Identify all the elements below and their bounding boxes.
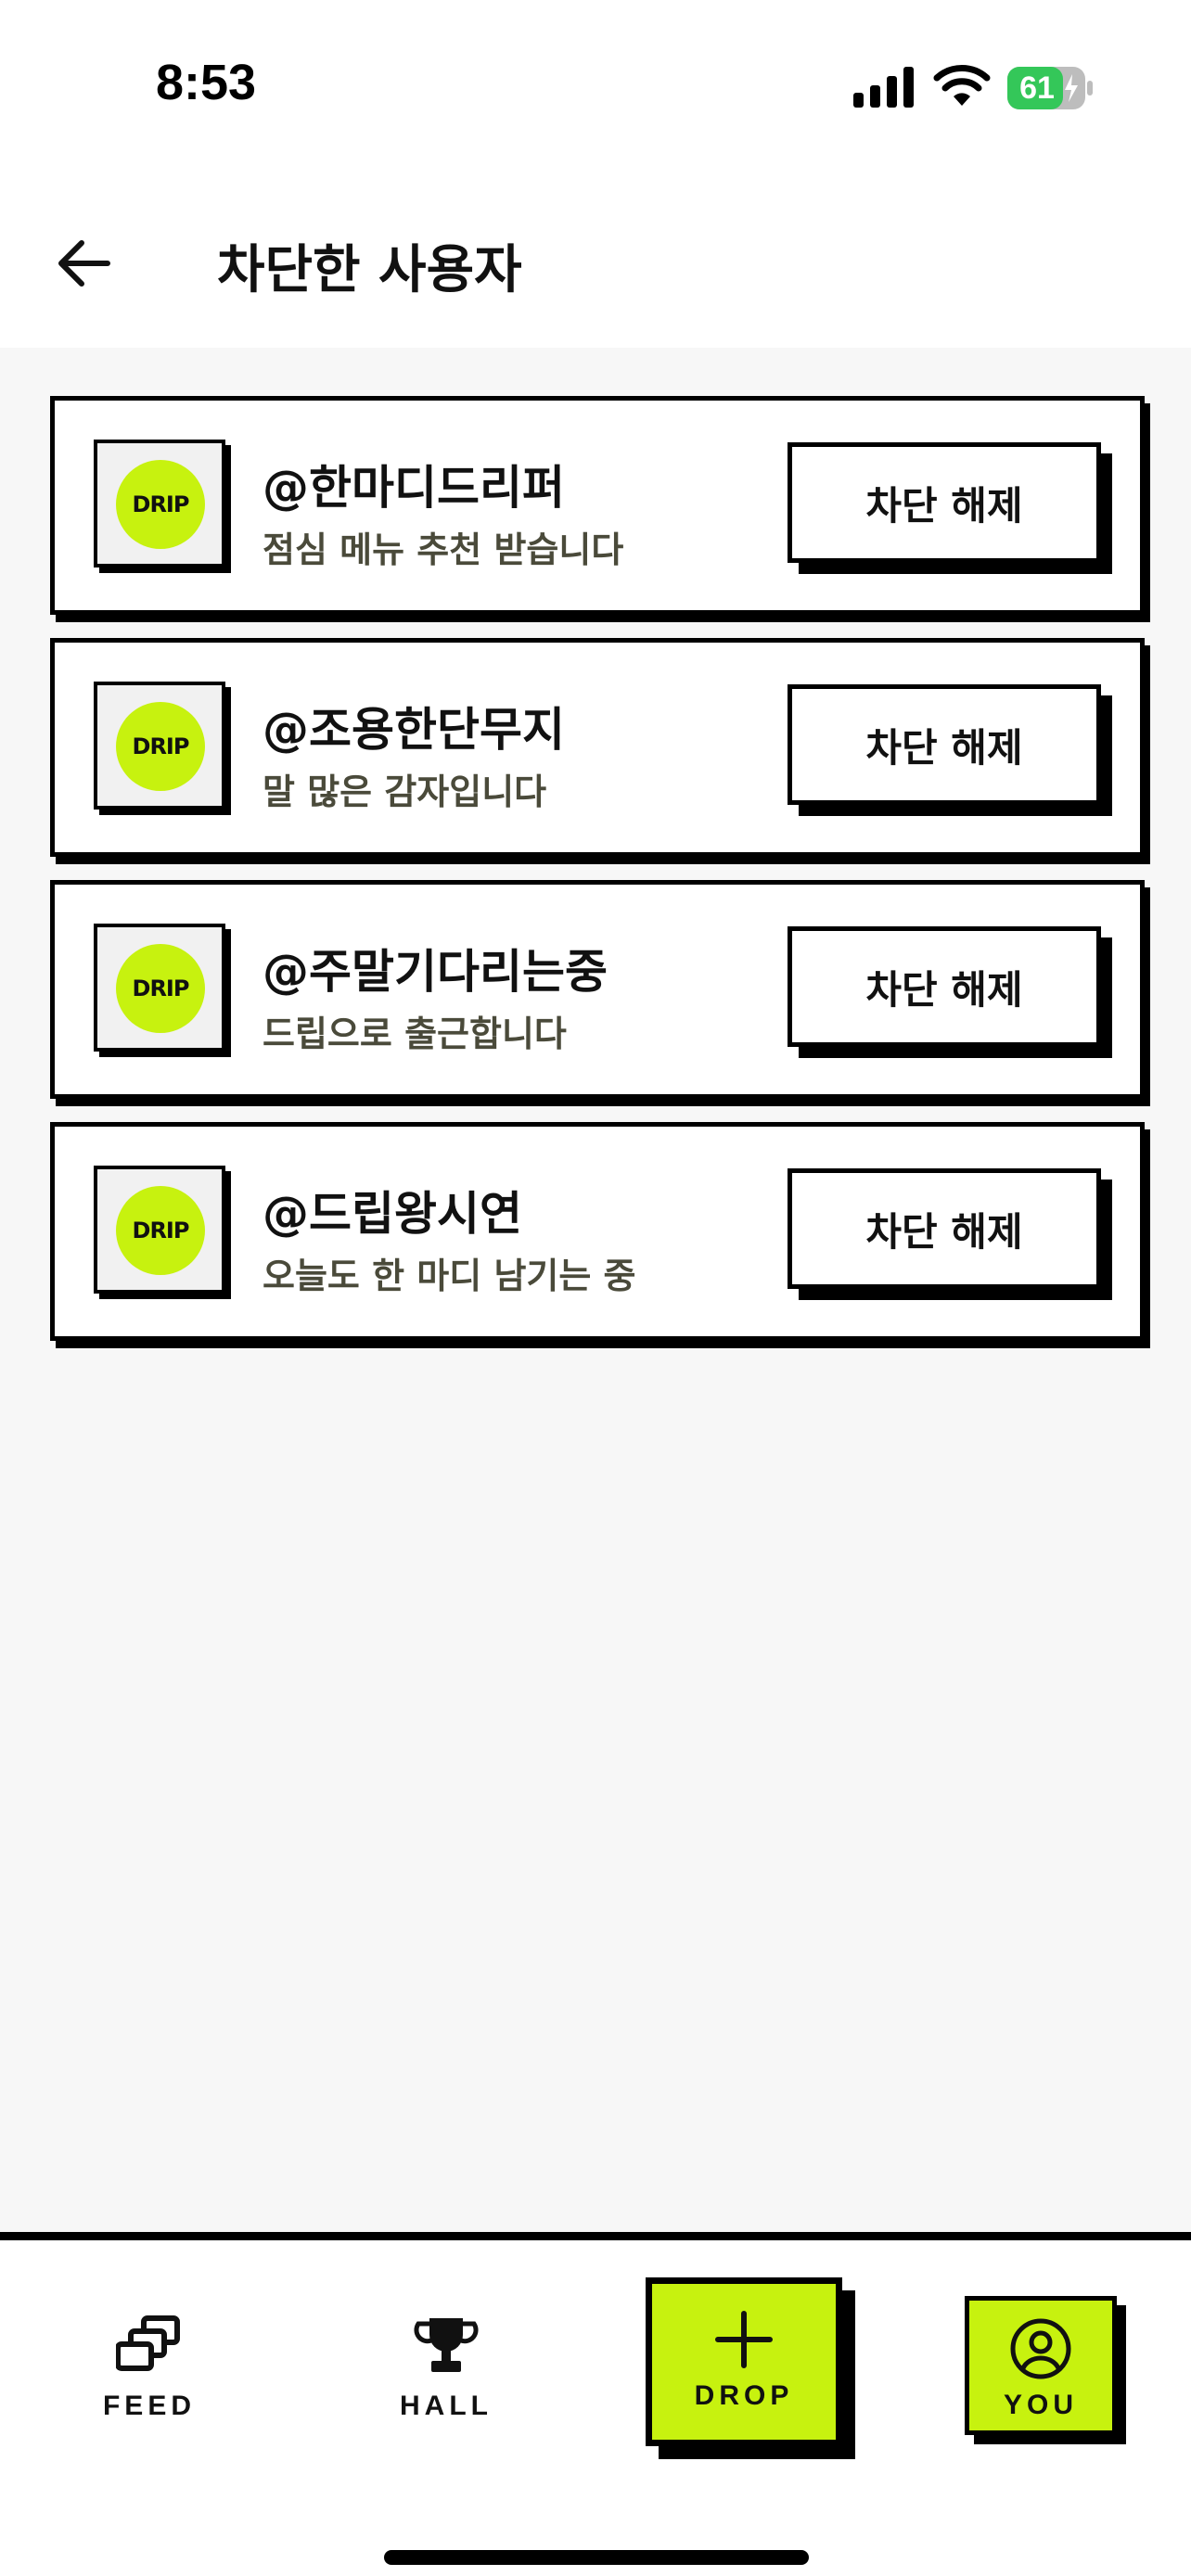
- home-indicator: [384, 2550, 809, 2565]
- user-name: @한마디드리퍼: [263, 461, 565, 515]
- avatar: DRIP: [94, 440, 225, 567]
- tab-hall-label: HALL: [400, 2391, 493, 2421]
- avatar-badge: DRIP: [116, 702, 205, 791]
- avatar-text: DRIP: [132, 1218, 190, 1243]
- blocked-user-card: DRIP @주말기다리는중 드립으로 출근합니다 차단 해제: [50, 880, 1145, 1099]
- blocked-user-card: DRIP @드립왕시연 오늘도 한 마디 남기는 중 차단 해제: [50, 1122, 1145, 1341]
- tab-drop-label: DROP: [694, 2380, 794, 2411]
- unblock-button-label: 차단 해제: [865, 966, 1023, 1013]
- unblock-button-label: 차단 해제: [865, 724, 1023, 771]
- trophy-icon: [414, 2318, 479, 2372]
- tab-hall[interactable]: HALL: [386, 2315, 506, 2422]
- user-bio: 점심 메뉴 추천 받습니다: [263, 529, 624, 570]
- blocked-user-card: DRIP @조용한단무지 말 많은 감자입니다 차단 해제: [50, 638, 1145, 857]
- battery-icon: 61: [1007, 67, 1093, 109]
- user-name: @조용한단무지: [263, 703, 565, 757]
- avatar-badge: DRIP: [116, 460, 205, 549]
- avatar: DRIP: [94, 924, 225, 1052]
- tab-feed[interactable]: FEED: [89, 2315, 210, 2422]
- avatar-text: DRIP: [132, 976, 190, 1001]
- blocked-users-screen: 8:53 61 차단한 사용자 DRIP @한마디드리퍼 점심 메뉴 추천 받습…: [0, 0, 1191, 2576]
- avatar-text: DRIP: [132, 491, 190, 517]
- blocked-users-list: DRIP @한마디드리퍼 점심 메뉴 추천 받습니다 차단 해제 DRIP @조…: [0, 348, 1191, 2232]
- status-bar: 8:53 61: [0, 0, 1191, 176]
- tab-you-label: YOU: [1003, 2390, 1078, 2420]
- tab-you[interactable]: YOU: [965, 2296, 1117, 2435]
- user-circle-icon: [1010, 2318, 1071, 2379]
- unblock-button[interactable]: 차단 해제: [788, 926, 1101, 1047]
- avatar: DRIP: [94, 682, 225, 810]
- avatar-badge: DRIP: [116, 944, 205, 1033]
- arrow-left-icon[interactable]: [50, 230, 117, 297]
- page-title: 차단한 사용자: [217, 240, 522, 300]
- stacked-cards-icon: [116, 2315, 180, 2371]
- cellular-signal-icon: [853, 67, 914, 108]
- unblock-button-label: 차단 해제: [865, 1208, 1023, 1255]
- blocked-user-card: DRIP @한마디드리퍼 점심 메뉴 추천 받습니다 차단 해제: [50, 396, 1145, 615]
- plus-icon: [715, 2311, 773, 2368]
- tab-drop[interactable]: DROP: [646, 2277, 842, 2446]
- tab-bar: FEED HALL DROP YOU: [0, 2232, 1191, 2576]
- user-name: @드립왕시연: [263, 1187, 522, 1241]
- user-bio: 드립으로 출근합니다: [263, 1014, 567, 1054]
- battery-level: 61: [1019, 70, 1055, 106]
- user-bio: 오늘도 한 마디 남기는 중: [263, 1256, 636, 1296]
- avatar-badge: DRIP: [116, 1186, 205, 1275]
- avatar: DRIP: [94, 1166, 225, 1294]
- unblock-button[interactable]: 차단 해제: [788, 1168, 1101, 1289]
- user-bio: 말 많은 감자입니다: [263, 772, 547, 812]
- tab-feed-label: FEED: [102, 2391, 196, 2421]
- wifi-icon: [933, 65, 991, 106]
- unblock-button[interactable]: 차단 해제: [788, 442, 1101, 563]
- unblock-button[interactable]: 차단 해제: [788, 684, 1101, 805]
- header: 차단한 사용자: [0, 176, 1191, 348]
- user-name: @주말기다리는중: [263, 945, 608, 999]
- status-time: 8:53: [156, 55, 257, 110]
- avatar-text: DRIP: [132, 733, 190, 759]
- unblock-button-label: 차단 해제: [865, 482, 1023, 529]
